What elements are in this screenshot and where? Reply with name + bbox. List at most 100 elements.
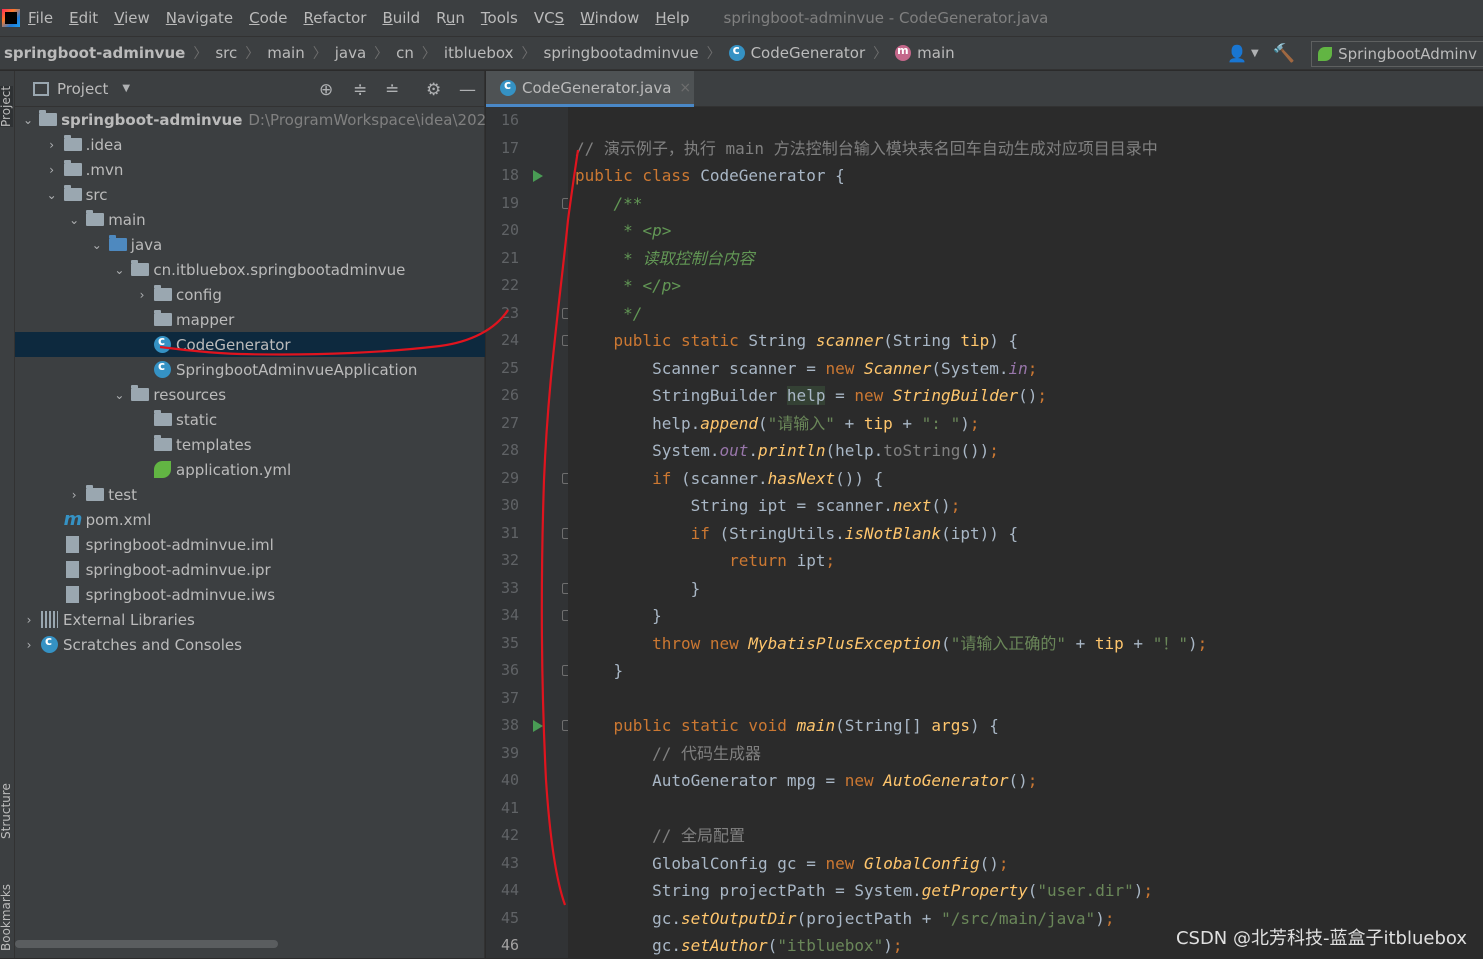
navigation-bar: springboot-adminvue〉src〉main〉java〉cn〉itb… [0,36,1483,70]
tree-item[interactable]: CodeGenerator [15,332,485,357]
breadcrumb-item[interactable]: itbluebox [444,44,514,62]
file-icon [66,561,79,578]
menu-window[interactable]: Window [580,9,639,27]
tree-item[interactable]: ›.idea [15,132,485,157]
menu-file[interactable]: File [28,9,53,27]
code-line: /** [575,190,642,217]
chevron-down-icon[interactable]: ▼ [1251,48,1259,59]
tree-item-label: CodeGenerator [176,336,291,354]
collapsed-arrow-icon[interactable]: › [23,638,35,652]
collapsed-arrow-icon[interactable]: › [46,138,58,152]
expanded-arrow-icon[interactable]: ⌄ [113,388,125,402]
project-panel-title[interactable]: Project [57,80,108,98]
collapsed-arrow-icon[interactable]: › [23,613,35,627]
breadcrumb-item[interactable]: springbootadminvue [544,44,699,62]
tab-codegenerator-java[interactable]: CodeGenerator.java × [486,71,694,107]
breadcrumb-item[interactable]: CodeGenerator [729,44,866,62]
menu-view[interactable]: View [114,9,150,27]
gear-icon[interactable]: ⚙ [426,80,441,100]
structure-tool-tab[interactable]: Structure [0,783,13,839]
expanded-arrow-icon[interactable]: ⌄ [68,213,80,227]
watermark: CSDN @北芳科技-蓝盒子itbluebox [1176,924,1467,950]
tree-item[interactable]: ⌄springboot-adminvueD:\ProgramWorkspace\… [15,107,485,132]
expanded-arrow-icon[interactable]: ⌄ [46,188,58,202]
spring-boot-icon [1318,47,1332,61]
tree-item[interactable]: ›Scratches and Consoles [15,632,485,657]
tree-item[interactable]: springboot-adminvue.iws [15,582,485,607]
tree-item[interactable]: ›config [15,282,485,307]
tree-item[interactable]: mpom.xml [15,507,485,532]
breadcrumb-item[interactable]: main [895,44,954,62]
bookmarks-tool-tab[interactable]: Bookmarks [0,884,13,951]
breadcrumb-item[interactable]: main [267,44,304,62]
tree-item[interactable]: springboot-adminvue.ipr [15,557,485,582]
view-dropdown-icon[interactable]: ▼ [122,83,130,94]
tree-item[interactable]: springboot-adminvue.iml [15,532,485,557]
code-line: return ipt; [575,547,835,574]
run-gutter-icon[interactable] [533,170,543,182]
line-number: 42 [486,822,534,849]
tree-item[interactable]: ⌄main [15,207,485,232]
tree-item[interactable]: ›External Libraries [15,607,485,632]
menu-help[interactable]: Help [655,9,689,27]
line-number: 17 [486,135,534,162]
line-number: 38 [486,712,534,739]
tree-item[interactable]: SpringbootAdminvueApplication [15,357,485,382]
breadcrumb-item[interactable]: java [335,44,366,62]
code-editor[interactable]: // 演示例子，执行 main 方法控制台输入模块表名回车自动生成对应项目目录中… [568,107,1483,958]
close-tab-icon[interactable]: × [679,80,691,96]
tree-item-label: mapper [176,311,234,329]
tree-item[interactable]: ›test [15,482,485,507]
breadcrumb-separator: 〉 [313,43,327,63]
breadcrumb-item[interactable]: cn [396,44,414,62]
menu-build[interactable]: Build [382,9,420,27]
hide-panel-icon[interactable]: — [459,80,476,100]
tree-item[interactable]: mapper [15,307,485,332]
breadcrumb-item[interactable]: src [215,44,237,62]
collapsed-arrow-icon[interactable]: › [136,288,148,302]
collapsed-arrow-icon[interactable]: › [68,488,80,502]
expanded-arrow-icon[interactable]: ⌄ [113,263,125,277]
menu-edit[interactable]: Edit [69,9,98,27]
line-number: 43 [486,850,534,877]
expanded-arrow-icon[interactable]: ⌄ [23,113,33,127]
file-icon [66,586,79,603]
tree-item[interactable]: application.yml [15,457,485,482]
menu-bar: File Edit View Navigate Code Refactor Build Run… [0,0,1483,36]
line-number: 25 [486,355,534,382]
toolbar-right: 👤 ▼ 🔨 SpringbootAdminv [1227,37,1483,70]
folder-icon [154,288,172,301]
tree-item[interactable]: templates [15,432,485,457]
run-gutter-icon[interactable] [533,720,543,732]
code-line: } [575,657,623,684]
tree-item-label: springboot-adminvue [61,111,242,129]
tree-item[interactable]: static [15,407,485,432]
menu-code[interactable]: Code [249,9,287,27]
folder-icon [131,263,149,276]
collapsed-arrow-icon[interactable]: › [46,163,58,177]
menu-vcs[interactable]: VCS [534,9,564,27]
tree-item[interactable]: ⌄resources [15,382,485,407]
run-configuration-selector[interactable]: SpringbootAdminv [1311,41,1483,67]
breadcrumb-separator: 〉 [522,43,536,63]
build-hammer-icon[interactable]: 🔨 [1273,43,1295,64]
tree-item[interactable]: ⌄src [15,182,485,207]
tree-item[interactable]: ›.mvn [15,157,485,182]
expanded-arrow-icon[interactable]: ⌄ [91,238,103,252]
tree-item[interactable]: ⌄cn.itbluebox.springbootadminvue [15,257,485,282]
collapse-all-icon[interactable]: ≐ [385,80,399,100]
java-class-icon [154,336,171,353]
menu-refactor[interactable]: Refactor [304,9,367,27]
line-number: 31 [486,520,534,547]
expand-all-icon[interactable]: ≑ [353,80,367,100]
menu-run[interactable]: Run [436,9,465,27]
user-icon[interactable]: 👤 [1227,44,1247,63]
project-tool-tab[interactable]: Project [0,86,13,127]
menu-navigate[interactable]: Navigate [166,9,233,27]
menu-tools[interactable]: Tools [481,9,518,27]
editor-tab-bar: CodeGenerator.java × [486,71,1483,107]
horizontal-scrollbar[interactable] [15,940,278,948]
breadcrumb-item[interactable]: springboot-adminvue [4,44,185,62]
tree-item[interactable]: ⌄java [15,232,485,257]
locate-icon[interactable]: ⊕ [319,80,333,100]
